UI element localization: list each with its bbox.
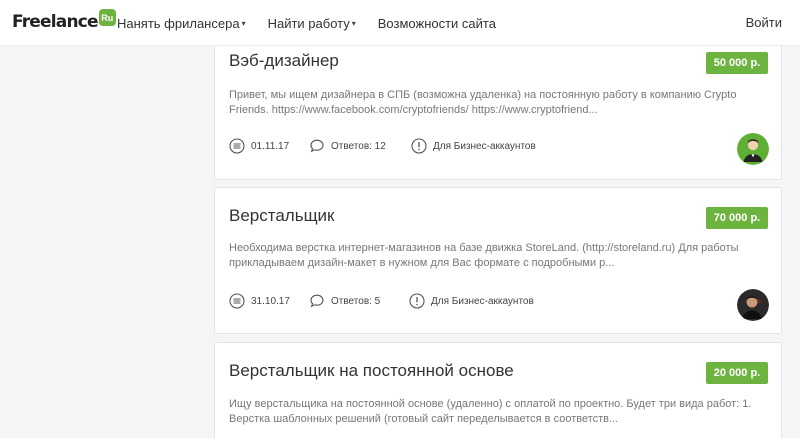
project-title[interactable]: Верстальщик на постоянной основе bbox=[229, 361, 514, 381]
project-description: Привет, мы ищем дизайнера в СПБ (возможн… bbox=[229, 89, 737, 116]
calendar-list-icon bbox=[229, 293, 245, 309]
main-nav: Нанять фрилансера ▾ Найти работу ▾ Возмо… bbox=[117, 0, 518, 46]
access-label: Для Бизнес-аккаунтов bbox=[431, 295, 534, 307]
project-date: 01.11.17 bbox=[251, 140, 290, 152]
project-meta: 01.11.17 Ответов: 12 Для Бизнес-аккаунто… bbox=[229, 137, 536, 155]
exclamation-circle-icon bbox=[411, 138, 427, 154]
access-meta: Для Бизнес-аккаунтов bbox=[409, 293, 534, 309]
project-title[interactable]: Вэб-дизайнер bbox=[229, 51, 339, 71]
price-badge: 20 000 р. bbox=[706, 362, 768, 384]
project-date: 31.10.17 bbox=[251, 295, 290, 307]
caret-down-icon: ▾ bbox=[351, 18, 356, 28]
nav-hire-freelancer[interactable]: Нанять фрилансера ▾ bbox=[117, 16, 246, 31]
project-title[interactable]: Верстальщик bbox=[229, 206, 335, 226]
response-count: Ответов: 12 bbox=[331, 140, 386, 152]
login-link[interactable]: Войти bbox=[746, 15, 782, 30]
access-label: Для Бизнес-аккаунтов bbox=[433, 140, 536, 152]
speech-bubble-icon bbox=[310, 139, 324, 153]
nav-label: Найти работу bbox=[267, 15, 350, 31]
freelance-logo[interactable]: Freelance Ru bbox=[12, 9, 116, 34]
project-description: Ищу верстальщика на постоянной основе (у… bbox=[229, 398, 752, 425]
project-card: Вэб-дизайнер 50 000 р. Привет, мы ищем д… bbox=[214, 36, 782, 180]
nav-site-features[interactable]: Возможности сайта bbox=[378, 16, 496, 31]
date-meta: 01.11.17 bbox=[229, 138, 309, 154]
nav-label: Возможности сайта bbox=[377, 15, 496, 31]
nav-find-work[interactable]: Найти работу ▾ bbox=[268, 16, 356, 31]
project-meta: 31.10.17 Ответов: 5 Для Бизнес-аккаунтов bbox=[229, 292, 534, 310]
project-description: Необходима верстка интернет-магазинов на… bbox=[229, 242, 739, 269]
logo-text: Freelance bbox=[12, 12, 99, 32]
client-avatar[interactable] bbox=[737, 289, 769, 321]
access-meta: Для Бизнес-аккаунтов bbox=[411, 138, 536, 154]
project-card: Верстальщик на постоянной основе 20 000 … bbox=[214, 342, 782, 438]
logo-badge: Ru bbox=[98, 9, 116, 26]
nav-label: Нанять фрилансера bbox=[117, 15, 240, 31]
avatar-image bbox=[737, 289, 769, 321]
date-meta: 31.10.17 bbox=[229, 293, 309, 309]
caret-down-icon: ▾ bbox=[241, 18, 246, 28]
exclamation-circle-icon bbox=[409, 293, 425, 309]
responses-meta: Ответов: 5 bbox=[309, 293, 409, 309]
response-count: Ответов: 5 bbox=[331, 295, 381, 307]
responses-meta: Ответов: 12 bbox=[309, 138, 411, 154]
project-card: Верстальщик 70 000 р. Необходима верстка… bbox=[214, 187, 782, 334]
site-header: Freelance Ru Нанять фрилансера ▾ Найти р… bbox=[0, 0, 800, 46]
client-avatar[interactable] bbox=[737, 133, 769, 165]
avatar-image bbox=[737, 133, 769, 165]
calendar-list-icon bbox=[229, 138, 245, 154]
price-badge: 70 000 р. bbox=[706, 207, 768, 229]
speech-bubble-icon bbox=[310, 294, 324, 308]
price-badge: 50 000 р. bbox=[706, 52, 768, 74]
